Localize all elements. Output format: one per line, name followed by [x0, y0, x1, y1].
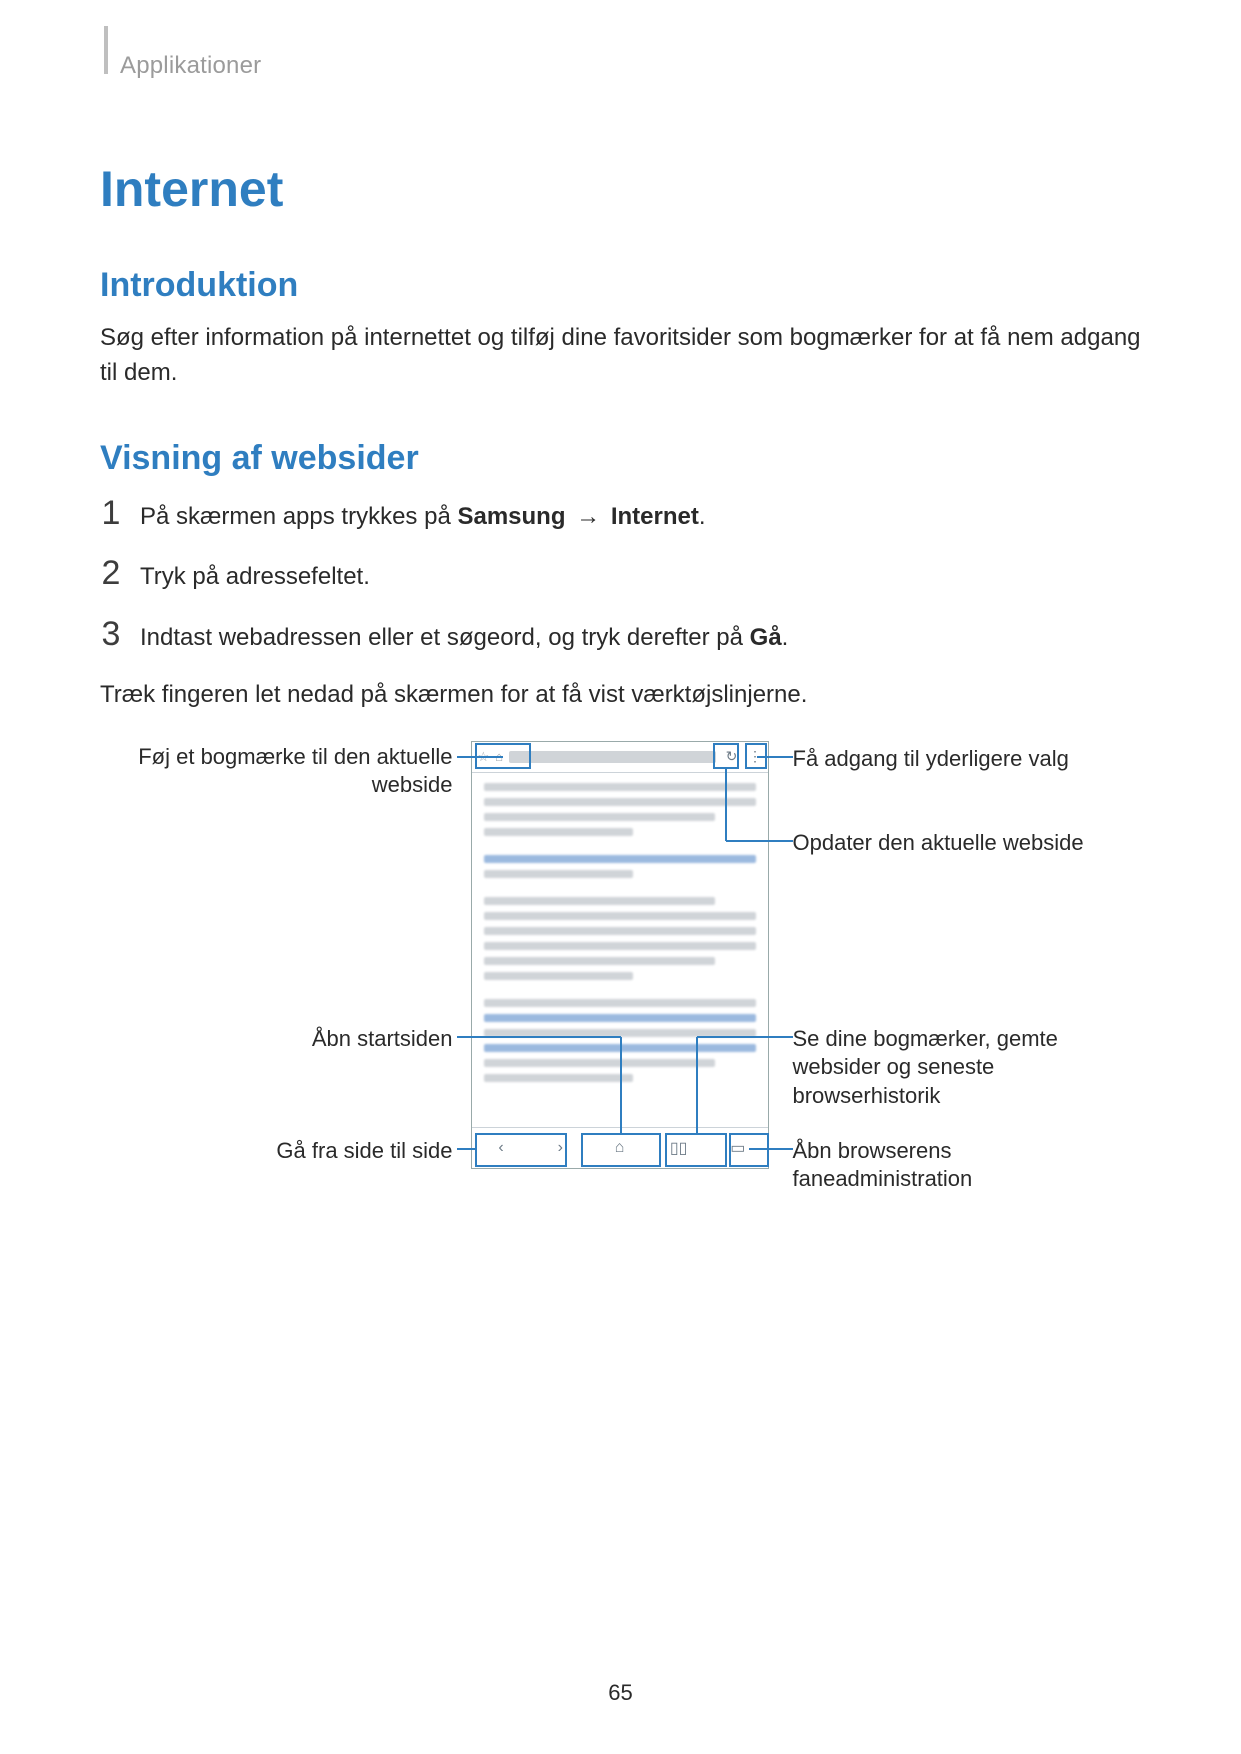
step-item: 3 Indtast webadressen eller et søgeord, …: [100, 617, 1141, 656]
intro-heading: Introduktion: [100, 266, 1141, 305]
callout-home: Åbn startsiden: [113, 1025, 453, 1054]
step-text: På skærmen apps trykkes på Samsung → Int…: [140, 500, 706, 535]
callout-bookmark: Føj et bogmærke til den aktuelle webside: [113, 743, 453, 800]
callout-more-options: Få adgang til yderligere valg: [793, 745, 1133, 774]
callout-tabs: Åbn browserens faneadministration: [793, 1137, 1133, 1194]
step-bold2: Internet: [611, 503, 699, 530]
step-text-pre: På skærmen apps trykkes på: [140, 503, 457, 530]
callout-nav: Gå fra side til side: [113, 1137, 453, 1166]
header-section-label: Applikationer: [120, 52, 261, 80]
browser-bottom-bar: ‹ › ⌂ ▯▯ ▭: [472, 1127, 768, 1168]
step-number: 1: [100, 496, 122, 530]
back-icon: ‹: [477, 1128, 525, 1168]
bookmarks-icon: ▯▯: [655, 1128, 703, 1168]
browser-diagram: ☆ ⌂ ↻ ⋮: [101, 741, 1141, 1221]
browser-top-bar: ☆ ⌂ ↻ ⋮: [472, 742, 768, 773]
step-bold1: Samsung: [457, 503, 565, 530]
step-text: Indtast webadressen eller et søgeord, og…: [140, 621, 788, 656]
forward-icon: ›: [536, 1128, 584, 1168]
intro-body: Søg efter information på internettet og …: [100, 321, 1141, 391]
header-tab-marker: [104, 26, 108, 74]
step-number: 3: [100, 617, 122, 651]
lock-icon: ⌂: [495, 750, 503, 763]
step-list: 1 På skærmen apps trykkes på Samsung → I…: [100, 496, 1141, 656]
step-item: 2 Tryk på adressefeltet.: [100, 556, 1141, 595]
step-text-post: .: [699, 503, 706, 530]
step-text-pre: Indtast webadressen eller et søgeord, og…: [140, 624, 750, 651]
document-page: Applikationer Internet Introduktion Søg …: [0, 0, 1241, 1754]
home-icon: ⌂: [595, 1128, 643, 1168]
page-title: Internet: [100, 160, 1141, 218]
step-bold1: Gå: [750, 624, 782, 651]
step-item: 1 På skærmen apps trykkes på Samsung → I…: [100, 496, 1141, 535]
page-number: 65: [0, 1680, 1241, 1706]
page-content-blur: [472, 773, 768, 1082]
url-field-blur: [509, 751, 715, 763]
callout-bookmarks: Se dine bogmærker, gemte websider og sen…: [793, 1025, 1133, 1111]
phone-mock: ☆ ⌂ ↻ ⋮: [471, 741, 769, 1169]
star-icon: ☆: [478, 750, 490, 763]
arrow-glyph: →: [566, 503, 611, 530]
viewing-tip: Træk fingeren let nedad på skærmen for a…: [100, 678, 1141, 713]
callout-refresh: Opdater den aktuelle webside: [793, 829, 1133, 858]
step-text-post: .: [782, 624, 789, 651]
refresh-icon: ↻: [722, 747, 742, 767]
step-number: 2: [100, 556, 122, 590]
viewing-heading: Visning af websider: [100, 439, 1141, 478]
more-options-icon: ⋮: [748, 747, 762, 767]
tabs-icon: ▭: [714, 1128, 762, 1168]
step-text: Tryk på adressefeltet.: [140, 560, 370, 595]
